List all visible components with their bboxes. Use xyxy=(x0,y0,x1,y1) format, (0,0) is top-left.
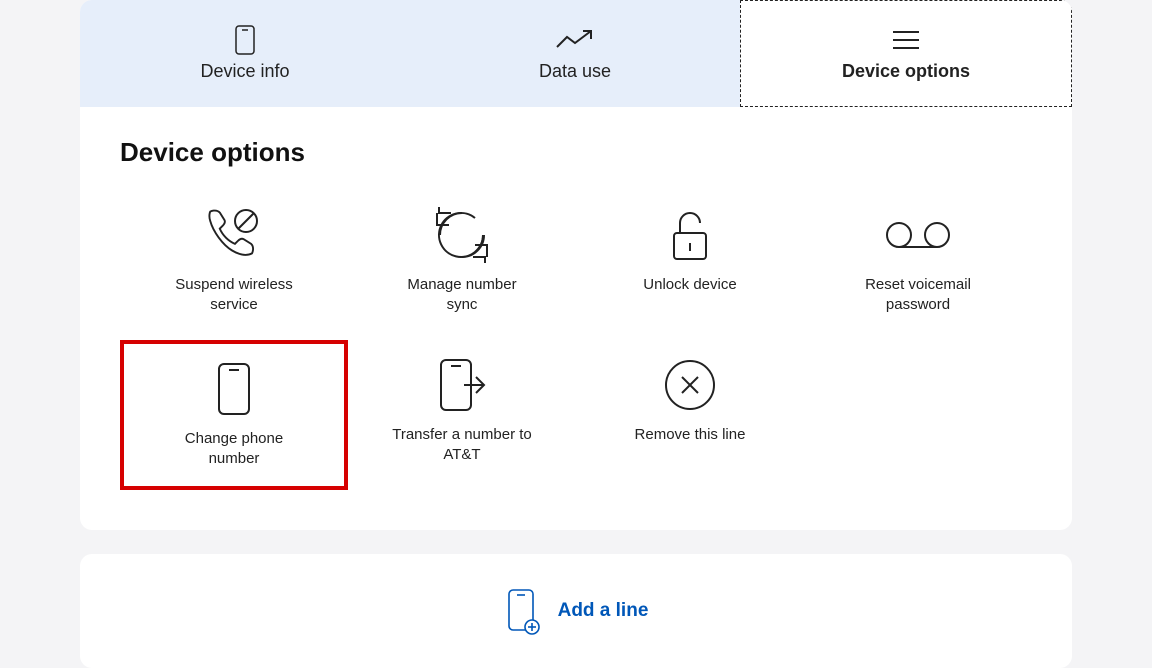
tab-bar: Device info Data use Device options xyxy=(80,0,1072,107)
tab-device-options[interactable]: Device options xyxy=(740,0,1072,107)
close-circle-icon xyxy=(662,355,718,415)
tab-label: Device options xyxy=(842,61,970,82)
add-line-label: Add a line xyxy=(558,600,649,622)
option-change-phone-number[interactable]: Change phone number xyxy=(120,340,348,490)
option-label: Transfer a number to AT&T xyxy=(392,425,532,466)
tab-label: Device info xyxy=(200,61,289,82)
option-unlock-device[interactable]: Unlock device xyxy=(576,190,804,340)
add-line-button[interactable]: Add a line xyxy=(504,587,649,635)
tab-device-info[interactable]: Device info xyxy=(80,0,410,107)
panel-body: Device options Suspend wireless service xyxy=(80,107,1072,530)
device-card: Device info Data use Device options Devi… xyxy=(80,0,1072,530)
option-label: Remove this line xyxy=(635,425,746,445)
voicemail-icon xyxy=(883,205,953,265)
phone-icon xyxy=(235,26,255,54)
option-label: Change phone number xyxy=(164,429,304,470)
option-label: Manage number sync xyxy=(392,275,532,316)
trend-icon xyxy=(555,26,595,54)
unlock-icon xyxy=(662,205,718,265)
add-line-card: Add a line xyxy=(80,554,1072,668)
options-grid: Suspend wireless service Manage number s… xyxy=(120,190,1032,490)
option-suspend-wireless-service[interactable]: Suspend wireless service xyxy=(120,190,348,340)
phone-device-icon xyxy=(214,359,254,419)
option-transfer-number[interactable]: Transfer a number to AT&T xyxy=(348,340,576,490)
section-title: Device options xyxy=(120,137,1032,168)
tab-label: Data use xyxy=(539,61,611,82)
phone-transfer-icon xyxy=(434,355,490,415)
option-label: Reset voicemail password xyxy=(848,275,988,316)
phone-blocked-icon xyxy=(204,205,264,265)
option-label: Unlock device xyxy=(643,275,736,295)
option-label: Suspend wireless service xyxy=(164,275,304,316)
option-remove-line[interactable]: Remove this line xyxy=(576,340,804,490)
tab-data-use[interactable]: Data use xyxy=(410,0,740,107)
phone-plus-icon xyxy=(504,587,542,635)
empty-cell xyxy=(804,340,1032,490)
menu-icon xyxy=(891,26,921,54)
sync-icon xyxy=(431,205,493,265)
option-reset-voicemail-password[interactable]: Reset voicemail password xyxy=(804,190,1032,340)
option-manage-number-sync[interactable]: Manage number sync xyxy=(348,190,576,340)
